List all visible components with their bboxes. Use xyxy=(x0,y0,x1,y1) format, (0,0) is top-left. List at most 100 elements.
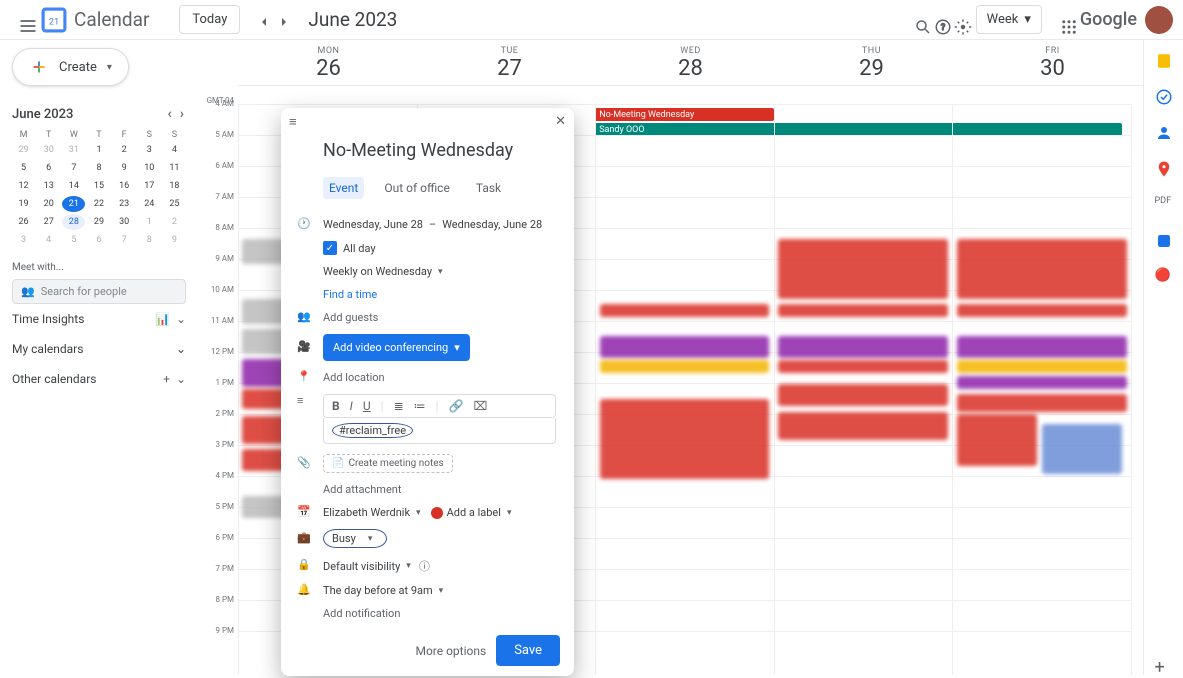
color-label-select[interactable]: Add a label xyxy=(431,506,501,519)
today-button[interactable]: Today xyxy=(179,5,240,34)
mini-day[interactable]: 6 xyxy=(87,232,110,248)
tab-task[interactable]: Task xyxy=(470,177,507,199)
mini-day[interactable]: 13 xyxy=(37,178,60,194)
mini-day[interactable]: 7 xyxy=(62,160,85,176)
notification-select[interactable]: The day before at 9am xyxy=(323,584,433,597)
mini-day[interactable]: 7 xyxy=(113,232,136,248)
search-icon[interactable] xyxy=(906,10,926,30)
hamburger-icon[interactable] xyxy=(10,8,34,32)
tab-out-of-office[interactable]: Out of office xyxy=(378,177,456,199)
mini-day[interactable]: 11 xyxy=(163,160,186,176)
mini-day[interactable]: 19 xyxy=(12,196,35,212)
bullet-list-icon[interactable]: ≣ xyxy=(394,399,404,413)
event-block[interactable] xyxy=(957,394,1127,412)
mini-day[interactable]: 30 xyxy=(37,142,60,158)
tasks-icon[interactable] xyxy=(1155,88,1173,106)
addon-icon[interactable]: 🔴 xyxy=(1155,268,1173,286)
mini-day[interactable]: 4 xyxy=(163,142,186,158)
mini-day[interactable]: 25 xyxy=(163,196,186,212)
add-attachment-link[interactable]: Add attachment xyxy=(323,483,401,496)
event-block[interactable] xyxy=(600,399,770,479)
mini-day[interactable]: 29 xyxy=(12,142,35,158)
link-icon[interactable]: 🔗 xyxy=(449,399,464,413)
add-addon-icon[interactable]: + xyxy=(1155,657,1173,675)
mini-day[interactable]: 9 xyxy=(163,232,186,248)
help-icon[interactable]: ? xyxy=(926,10,946,30)
add-notification-link[interactable]: Add notification xyxy=(323,607,400,620)
mini-day[interactable]: 24 xyxy=(138,196,161,212)
mini-day[interactable]: 10 xyxy=(138,160,161,176)
event-title-input[interactable] xyxy=(323,136,556,165)
mini-day[interactable]: 2 xyxy=(163,214,186,230)
mini-day[interactable]: 3 xyxy=(138,142,161,158)
recurrence-select[interactable]: Weekly on Wednesday xyxy=(323,265,432,278)
mini-day[interactable]: 8 xyxy=(138,232,161,248)
date-to[interactable]: Wednesday, June 28 xyxy=(442,218,542,231)
mini-day[interactable]: 15 xyxy=(87,178,110,194)
mini-day[interactable]: 6 xyxy=(37,160,60,176)
calendar-owner-select[interactable]: Elizabeth Werdnik xyxy=(323,506,410,519)
mini-day[interactable]: 27 xyxy=(37,214,60,230)
underline-icon[interactable]: U xyxy=(363,399,371,413)
day-column-header[interactable]: MON26 xyxy=(238,40,419,85)
view-selector[interactable]: Week ▾ xyxy=(976,5,1042,34)
addon-icon[interactable] xyxy=(1155,232,1173,250)
mini-day[interactable]: 12 xyxy=(12,178,35,194)
mini-day[interactable]: 20 xyxy=(37,196,60,212)
italic-icon[interactable]: I xyxy=(350,399,353,413)
mini-day[interactable]: 8 xyxy=(87,160,110,176)
number-list-icon[interactable]: ≔ xyxy=(414,399,426,413)
user-avatar[interactable] xyxy=(1145,6,1173,34)
mini-day[interactable]: 9 xyxy=(113,160,136,176)
apps-grid-icon[interactable] xyxy=(1052,10,1072,30)
mini-day[interactable]: 14 xyxy=(62,178,85,194)
tab-event[interactable]: Event xyxy=(323,177,364,199)
event-block[interactable] xyxy=(957,336,1127,358)
create-meeting-notes-button[interactable]: 📄 Create meeting notes xyxy=(323,454,453,473)
mini-day[interactable]: 5 xyxy=(12,160,35,176)
mini-day[interactable]: 5 xyxy=(62,232,85,248)
event-block[interactable] xyxy=(600,304,770,317)
create-button[interactable]: Create ▾ xyxy=(12,48,129,86)
clear-format-icon[interactable]: ⌧ xyxy=(474,399,488,413)
event-block[interactable] xyxy=(957,414,1037,466)
find-time-link[interactable]: Find a time xyxy=(323,288,377,301)
event-block[interactable] xyxy=(1042,424,1122,474)
mini-day[interactable]: 2 xyxy=(113,142,136,158)
mini-day[interactable]: 18 xyxy=(163,178,186,194)
day-column-header[interactable]: TUE27 xyxy=(419,40,600,85)
event-block[interactable] xyxy=(778,384,948,406)
settings-icon[interactable] xyxy=(946,10,966,30)
mini-day[interactable]: 3 xyxy=(12,232,35,248)
mini-day[interactable]: 30 xyxy=(113,214,136,230)
mini-day[interactable]: 17 xyxy=(138,178,161,194)
mini-day[interactable]: 29 xyxy=(87,214,110,230)
event-block[interactable] xyxy=(957,360,1127,373)
close-icon[interactable]: ✕ xyxy=(555,114,566,130)
event-block[interactable] xyxy=(600,336,770,358)
mini-day[interactable]: 16 xyxy=(113,178,136,194)
drag-handle-icon[interactable]: ≡ xyxy=(289,114,297,130)
other-calendars-row[interactable]: Other calendars +⌄ xyxy=(12,364,186,394)
day-column-header[interactable]: WED28 xyxy=(600,40,781,85)
event-block[interactable] xyxy=(778,336,948,358)
event-block[interactable] xyxy=(600,360,770,373)
prev-week-icon[interactable] xyxy=(252,10,272,30)
add-guests-input[interactable]: Add guests xyxy=(323,311,378,324)
save-button[interactable]: Save xyxy=(496,635,560,666)
event-block[interactable] xyxy=(778,412,948,440)
mini-day[interactable]: 26 xyxy=(12,214,35,230)
description-input[interactable]: #reclaim_free xyxy=(323,418,556,444)
more-options-button[interactable]: More options xyxy=(415,635,486,666)
mini-day[interactable]: 1 xyxy=(138,214,161,230)
contacts-icon[interactable] xyxy=(1155,124,1173,142)
event-block[interactable] xyxy=(957,376,1127,389)
mini-day[interactable]: 21 xyxy=(62,196,85,212)
allday-checkbox[interactable]: ✓ xyxy=(323,241,337,255)
event-block[interactable] xyxy=(957,304,1127,317)
event-block[interactable] xyxy=(957,239,1127,299)
availability-select[interactable]: Busy ▾ xyxy=(323,529,387,548)
my-calendars-row[interactable]: My calendars ⌄ xyxy=(12,334,186,364)
visibility-select[interactable]: Default visibility xyxy=(323,560,400,573)
add-location-input[interactable]: Add location xyxy=(323,371,385,384)
